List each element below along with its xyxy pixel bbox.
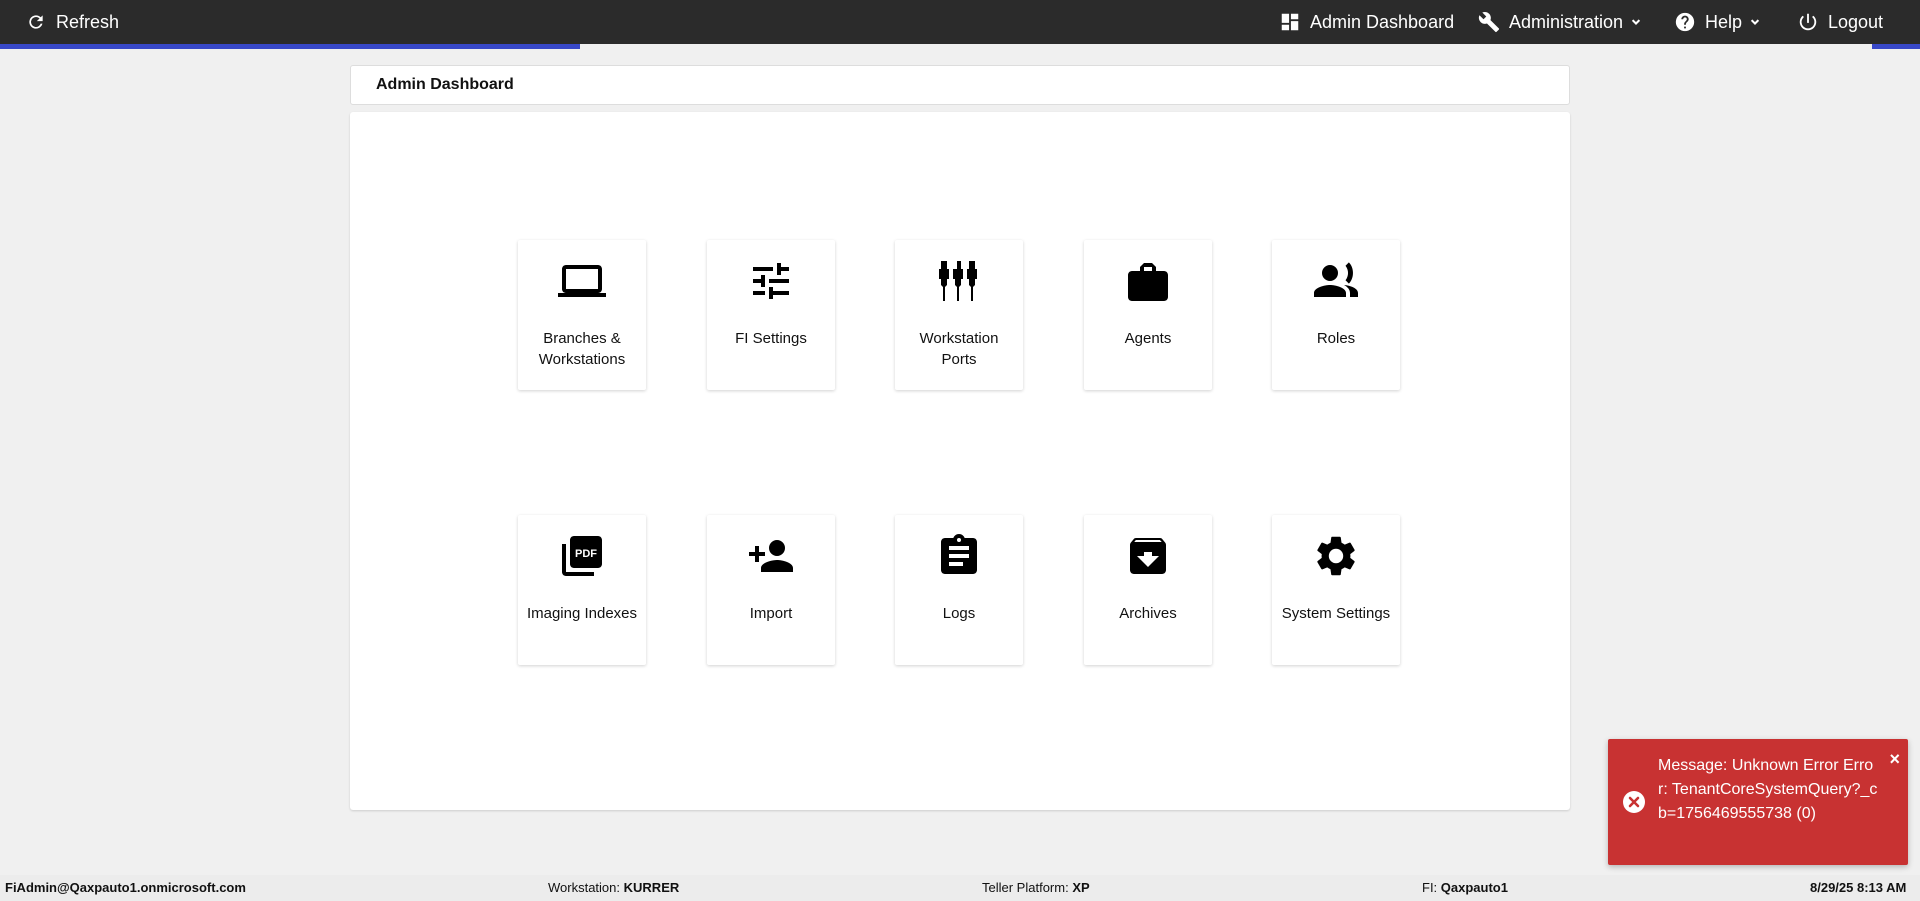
- tile-agents[interactable]: Agents: [1084, 240, 1212, 390]
- error-icon: [1622, 790, 1646, 814]
- tile-branches-workstations[interactable]: Branches & Workstations: [518, 240, 646, 390]
- top-navigation-bar: Refresh Admin Dashboard Administration H…: [0, 0, 1920, 44]
- gear-icon: [1311, 531, 1361, 581]
- power-icon: [1796, 10, 1820, 34]
- archive-icon: [1123, 531, 1173, 581]
- fi-value: Qaxpauto1: [1440, 880, 1508, 895]
- people-icon: [1311, 256, 1361, 306]
- footer-platform: Teller Platform: XP: [982, 880, 1090, 895]
- footer-fi: FI: Qaxpauto1: [1422, 880, 1508, 895]
- tile-logs[interactable]: Logs: [895, 515, 1023, 665]
- refresh-label: Refresh: [56, 11, 120, 32]
- tile-archives[interactable]: Archives: [1084, 515, 1212, 665]
- datetime-value: 8/29/25 8:13 AM: [1810, 880, 1907, 895]
- administration-label: Administration: [1509, 11, 1624, 32]
- tile-label: Logs: [942, 605, 976, 622]
- tile-imaging-indexes[interactable]: PDF Imaging Indexes: [518, 515, 646, 665]
- status-footer: FiAdmin@Qaxpauto1.onmicrosoft.com Workst…: [0, 875, 1920, 901]
- wrench-icon: [1477, 10, 1501, 34]
- tile-label: Imaging Indexes: [526, 605, 638, 622]
- error-message: Message: Unknown Error Error: TenantCore…: [1658, 757, 1878, 822]
- help-menu[interactable]: Help: [1673, 0, 1762, 44]
- platform-label: Teller Platform:: [982, 880, 1069, 895]
- tile-label: System Settings: [1281, 605, 1391, 622]
- laptop-icon: [557, 256, 607, 306]
- error-toast: Message: Unknown Error Error: TenantCore…: [1608, 739, 1908, 865]
- tile-label: Workstation Ports: [919, 330, 999, 368]
- tile-label: Archives: [1119, 605, 1177, 622]
- fi-label: FI:: [1422, 880, 1438, 895]
- chevron-down-icon: [1748, 15, 1762, 29]
- chevron-down-icon: [1629, 15, 1643, 29]
- tile-workstation-ports[interactable]: Workstation Ports: [895, 240, 1023, 390]
- platform-value: XP: [1072, 880, 1090, 895]
- footer-datetime: 8/29/25 8:13 AM: [1810, 880, 1906, 895]
- tile-fi-settings[interactable]: FI Settings: [707, 240, 835, 390]
- administration-menu[interactable]: Administration: [1477, 0, 1643, 44]
- sliders-icon: [746, 256, 796, 306]
- refresh-icon: [24, 10, 48, 34]
- footer-user: FiAdmin@Qaxpauto1.onmicrosoft.com: [5, 880, 246, 895]
- clipboard-icon: [934, 531, 984, 581]
- close-icon[interactable]: ×: [1889, 749, 1900, 770]
- admin-dashboard-link[interactable]: Admin Dashboard: [1278, 0, 1454, 44]
- tile-import[interactable]: Import: [707, 515, 835, 665]
- tile-label: Agents: [1124, 330, 1172, 347]
- ports-icon: [934, 256, 984, 306]
- help-label: Help: [1705, 11, 1743, 32]
- footer-workstation: Workstation: KURRER: [548, 880, 679, 895]
- workstation-value: KURRER: [623, 880, 680, 895]
- progress-bar: [1872, 44, 1920, 49]
- add-person-icon: [746, 531, 796, 581]
- svg-text:PDF: PDF: [575, 548, 597, 560]
- tile-label: Roles: [1316, 330, 1356, 347]
- tile-roles[interactable]: Roles: [1272, 240, 1400, 390]
- refresh-button[interactable]: Refresh: [24, 0, 119, 44]
- dashboard-icon: [1278, 10, 1302, 34]
- help-circle-icon: [1673, 10, 1697, 34]
- logout-label: Logout: [1828, 11, 1884, 32]
- admin-dashboard-label: Admin Dashboard: [1310, 11, 1455, 32]
- dashboard-panel: Branches & Workstations FI Settings Work…: [350, 112, 1570, 810]
- progress-bar: [0, 44, 580, 49]
- pdf-icon: PDF: [557, 531, 607, 581]
- tile-system-settings[interactable]: System Settings: [1272, 515, 1400, 665]
- page-title-bar: Admin Dashboard: [350, 65, 1570, 105]
- tile-label: Import: [749, 605, 793, 622]
- logout-button[interactable]: Logout: [1796, 0, 1883, 44]
- page-title: Admin Dashboard: [376, 76, 514, 93]
- tile-label: FI Settings: [735, 330, 807, 347]
- tile-label: Branches & Workstations: [538, 330, 626, 368]
- workstation-label: Workstation:: [548, 880, 621, 895]
- user-email: FiAdmin@Qaxpauto1.onmicrosoft.com: [5, 880, 246, 895]
- briefcase-icon: [1123, 256, 1173, 306]
